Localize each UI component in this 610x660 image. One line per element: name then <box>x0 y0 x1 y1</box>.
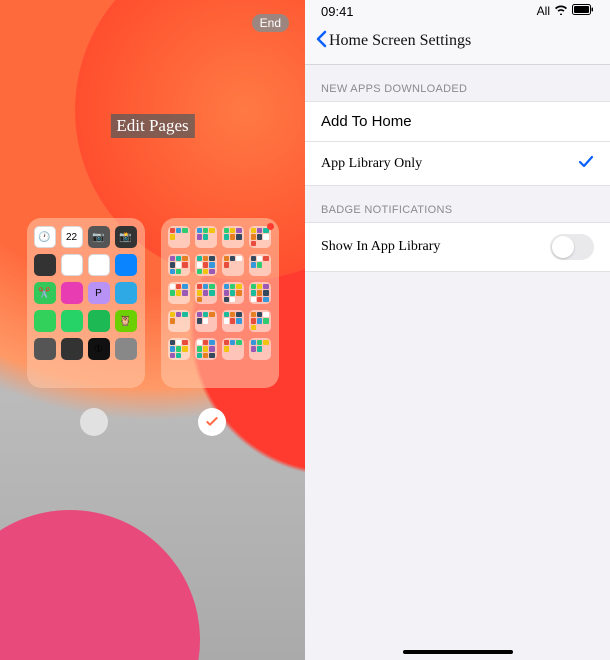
app-icon[interactable]: P <box>88 282 110 304</box>
status-bar: 09:41 All <box>305 0 610 22</box>
chevron-left-icon <box>315 30 327 48</box>
app-icon[interactable] <box>34 338 56 360</box>
folder-icon[interactable] <box>168 282 190 304</box>
folder-icon[interactable] <box>249 282 271 304</box>
check-icon <box>204 414 220 430</box>
back-button[interactable] <box>315 28 327 54</box>
folder-icon[interactable] <box>168 226 190 248</box>
folder-icon[interactable] <box>195 338 217 360</box>
app-icon[interactable] <box>61 254 83 276</box>
nav-title: Home Screen Settings <box>329 32 471 50</box>
folder-icon[interactable] <box>222 282 244 304</box>
app-icon[interactable] <box>61 310 83 332</box>
show-in-app-library-toggle[interactable] <box>550 234 594 260</box>
folder-icon[interactable] <box>168 310 190 332</box>
app-icon[interactable] <box>88 254 110 276</box>
app-icon[interactable] <box>61 338 83 360</box>
folder-icon[interactable] <box>168 338 190 360</box>
app-icon[interactable] <box>115 282 137 304</box>
check-icon <box>86 414 102 430</box>
row-show-in-app-library: Show In App Library <box>305 222 610 272</box>
folder-icon[interactable] <box>249 338 271 360</box>
app-icon[interactable] <box>34 310 56 332</box>
section-header-badge-notifications: BADGE NOTIFICATIONS <box>305 186 610 222</box>
folder-icon[interactable] <box>195 310 217 332</box>
app-icon[interactable]: 📷 <box>88 226 110 248</box>
app-icon[interactable] <box>88 310 110 332</box>
app-icon[interactable]: ① <box>88 338 110 360</box>
page-checks <box>0 408 305 436</box>
edit-pages-screen: End Edit Pages 🕐22📷📸 ✂️ P🦉① <box>0 0 305 660</box>
folder-icon[interactable] <box>222 254 244 276</box>
badge-icon <box>267 223 274 230</box>
toggle-label: Show In App Library <box>321 239 440 255</box>
page-title: Edit Pages <box>110 114 194 138</box>
section-header-new-apps: NEW APPS DOWNLOADED <box>305 65 610 101</box>
home-page-thumbnail-1[interactable]: 🕐22📷📸 ✂️ P🦉① <box>27 218 145 388</box>
carrier-label: All <box>537 4 550 18</box>
folder-icon[interactable] <box>222 226 244 248</box>
option-add-to-home[interactable]: Add To Home <box>305 101 610 142</box>
status-time: 09:41 <box>321 4 354 19</box>
end-button[interactable]: End <box>252 14 289 32</box>
home-indicator[interactable] <box>403 650 513 654</box>
nav-bar: Home Screen Settings <box>305 22 610 65</box>
app-icon[interactable]: 22 <box>61 226 83 248</box>
app-icon[interactable] <box>115 338 137 360</box>
app-icon[interactable] <box>34 254 56 276</box>
option-label: App Library Only <box>321 156 422 172</box>
battery-icon <box>572 4 594 18</box>
folder-icon[interactable] <box>195 226 217 248</box>
option-label: Add To Home <box>321 113 412 130</box>
pages-row: 🕐22📷📸 ✂️ P🦉① <box>0 218 305 388</box>
folder-icon[interactable] <box>249 254 271 276</box>
folder-icon[interactable] <box>249 226 271 248</box>
app-icon[interactable] <box>61 282 83 304</box>
folder-icon[interactable] <box>222 338 244 360</box>
page-2-checkbox[interactable] <box>198 408 226 436</box>
checkmark-icon <box>578 153 594 174</box>
home-screen-settings: 09:41 All Home Screen Settings NEW APPS … <box>305 0 610 660</box>
app-icon[interactable]: 📸 <box>115 226 137 248</box>
page-1-checkbox[interactable] <box>80 408 108 436</box>
folder-icon[interactable] <box>195 254 217 276</box>
app-icon[interactable]: 🦉 <box>115 310 137 332</box>
folder-icon[interactable] <box>222 310 244 332</box>
option-app-library-only[interactable]: App Library Only <box>305 142 610 186</box>
app-icon[interactable]: 🕐 <box>34 226 56 248</box>
folder-icon[interactable] <box>195 282 217 304</box>
folder-icon[interactable] <box>168 254 190 276</box>
folder-icon[interactable] <box>249 310 271 332</box>
app-icon[interactable]: ✂️ <box>34 282 56 304</box>
wifi-icon <box>554 4 568 18</box>
app-icon[interactable] <box>115 254 137 276</box>
home-page-thumbnail-2[interactable] <box>161 218 279 388</box>
